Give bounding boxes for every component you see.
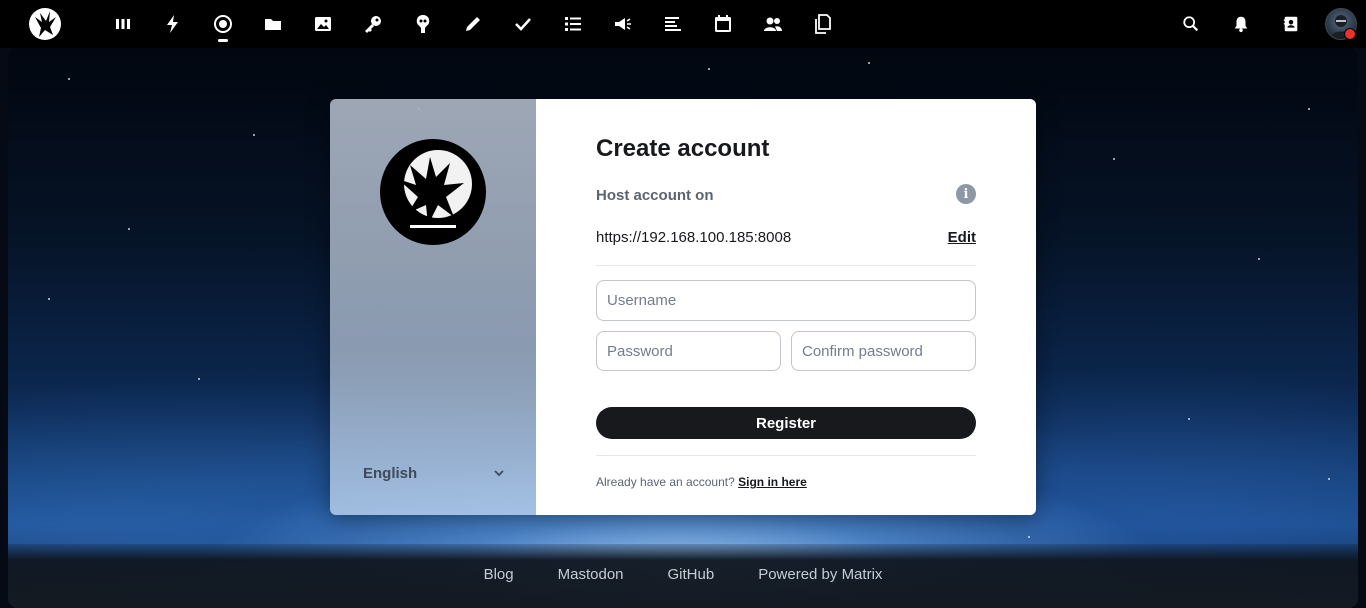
divider (596, 455, 976, 456)
documents-icon[interactable] (798, 0, 848, 48)
footer-link-github[interactable]: GitHub (646, 566, 737, 583)
cospend-icon[interactable] (398, 0, 448, 48)
page-title: Create account (596, 135, 770, 162)
language-dropdown[interactable]: English (363, 463, 505, 483)
confirm-password-input[interactable] (791, 331, 976, 371)
signin-link[interactable]: Sign in here (738, 475, 807, 489)
photos-icon[interactable] (298, 0, 348, 48)
app-content: English Create account Host account on i… (8, 48, 1358, 608)
registration-card: English Create account Host account on i… (330, 99, 1036, 515)
user-avatar[interactable] (1316, 0, 1366, 48)
contacts-icon[interactable] (748, 0, 798, 48)
signin-prompt: Already have an account? Sign in here (596, 475, 807, 489)
announcements-icon[interactable] (598, 0, 648, 48)
signin-prompt-text: Already have an account? (596, 475, 735, 489)
divider (596, 265, 976, 266)
chevron-down-icon (494, 470, 504, 477)
files-icon[interactable] (248, 0, 298, 48)
activity-icon[interactable] (148, 0, 198, 48)
deck-icon[interactable] (548, 0, 598, 48)
passwords-icon[interactable] (348, 0, 398, 48)
footer-links: Blog Mastodon GitHub Powered by Matrix (8, 566, 1358, 583)
footer-link-blog[interactable]: Blog (462, 566, 536, 583)
tasks-icon[interactable] (498, 0, 548, 48)
host-label: Host account on (596, 187, 714, 204)
contacts-menu-icon[interactable] (1266, 0, 1316, 48)
forms-icon[interactable] (648, 0, 698, 48)
nextcloud-logo-icon[interactable] (28, 5, 62, 43)
password-input[interactable] (596, 331, 781, 371)
registration-form: Create account Host account on i https:/… (536, 99, 1036, 515)
notes-icon[interactable] (448, 0, 498, 48)
top-navigation-bar (0, 0, 1366, 48)
language-selected: English (363, 464, 418, 482)
dashboard-icon[interactable] (98, 0, 148, 48)
notifications-icon[interactable] (1216, 0, 1266, 48)
footer-link-mastodon[interactable]: Mastodon (536, 566, 646, 583)
element-icon[interactable] (198, 0, 248, 48)
card-sidebar: English (330, 99, 536, 515)
register-button[interactable]: Register (596, 407, 976, 439)
footer-link-matrix[interactable]: Powered by Matrix (736, 566, 904, 583)
status-badge (1344, 28, 1356, 40)
homeserver-url: https://192.168.100.185:8008 (596, 229, 792, 246)
search-icon[interactable] (1166, 0, 1216, 48)
server-logo-icon (380, 139, 486, 245)
username-input[interactable] (596, 280, 976, 321)
edit-server-link[interactable]: Edit (948, 229, 976, 246)
app-menu (98, 0, 848, 48)
calendar-icon[interactable] (698, 0, 748, 48)
header-right-menu (1166, 0, 1366, 48)
info-icon[interactable]: i (956, 184, 976, 204)
